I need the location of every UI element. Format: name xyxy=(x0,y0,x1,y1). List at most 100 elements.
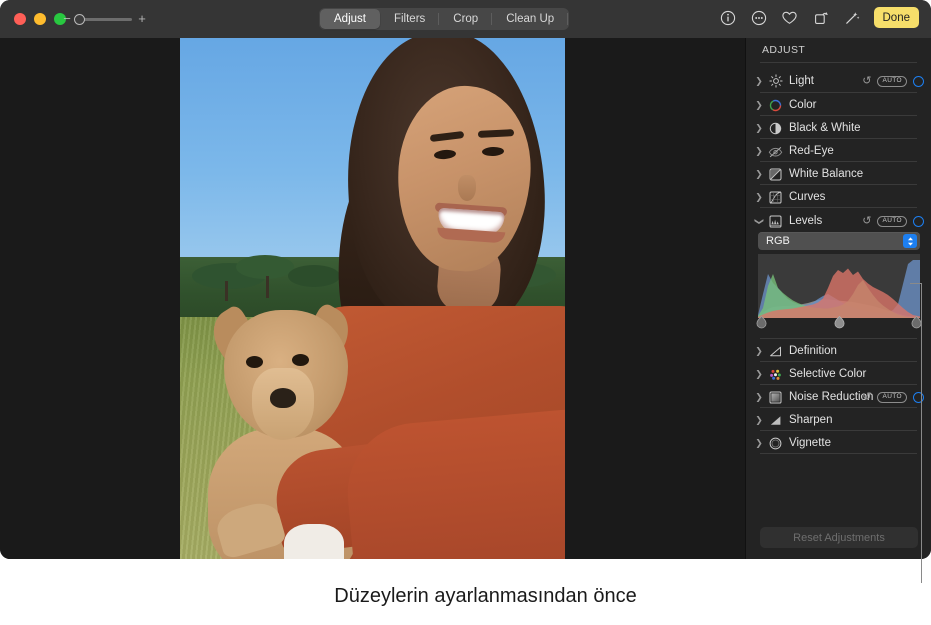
sidebar-divider xyxy=(760,361,917,362)
auto-button[interactable]: AUTO xyxy=(877,216,907,227)
zoom-in-icon[interactable]: + xyxy=(138,13,146,25)
light-toggle-knob[interactable] xyxy=(913,76,924,87)
auto-button[interactable]: AUTO xyxy=(877,392,907,403)
zoom-slider-track[interactable] xyxy=(77,18,132,21)
sidebar-item-sharpen[interactable]: ❯ Sharpen xyxy=(746,409,931,431)
sidebar-item-levels[interactable]: ❯ Levels ↺ AUTO xyxy=(746,210,931,232)
sidebar-item-label: White Balance xyxy=(789,168,863,180)
chevron-down-icon[interactable]: ❯ xyxy=(754,213,765,229)
sidebar-item-label: Sharpen xyxy=(789,414,832,426)
close-window-button[interactable] xyxy=(14,13,26,25)
chevron-right-icon[interactable]: ❯ xyxy=(751,438,767,449)
photo-image-woman-with-dog[interactable] xyxy=(180,38,565,559)
auto-button[interactable]: AUTO xyxy=(877,76,907,87)
sidebar-item-light[interactable]: ❯ Light ↺ AUTO xyxy=(746,70,931,92)
sidebar-divider xyxy=(760,207,917,208)
selective-color-dots-icon xyxy=(767,366,784,383)
chevron-right-icon[interactable]: ❯ xyxy=(751,100,767,111)
chevron-right-icon[interactable]: ❯ xyxy=(751,392,767,403)
sidebar-item-label: Black & White xyxy=(789,122,861,134)
sidebar-item-definition[interactable]: ❯ Definition xyxy=(746,340,931,362)
chevron-right-icon[interactable]: ❯ xyxy=(751,146,767,157)
sidebar-divider xyxy=(760,138,917,139)
chevron-right-icon[interactable]: ❯ xyxy=(751,169,767,180)
sidebar-item-label: Color xyxy=(789,99,816,111)
toolbar-actions: Done xyxy=(719,7,920,28)
sidebar-item-color[interactable]: ❯ Color xyxy=(746,94,931,116)
sidebar-item-label: Red-Eye xyxy=(789,145,834,157)
favorite-heart-icon[interactable] xyxy=(781,9,799,27)
white-balance-icon xyxy=(767,166,784,183)
auto-enhance-wand-icon[interactable] xyxy=(843,9,861,27)
chevron-right-icon[interactable]: ❯ xyxy=(751,415,767,426)
photo-dog-nose xyxy=(270,388,296,408)
tab-adjust[interactable]: Adjust xyxy=(320,9,380,29)
sidebar-item-label: Levels xyxy=(789,215,822,227)
chevron-right-icon[interactable]: ❯ xyxy=(751,369,767,380)
sidebar-divider xyxy=(760,453,917,454)
sidebar-item-label: Definition xyxy=(789,345,837,357)
tab-crop-label: Crop xyxy=(453,13,478,25)
white-point-handle[interactable] xyxy=(911,316,920,328)
chevron-right-icon[interactable]: ❯ xyxy=(751,76,767,87)
sidebar-item-vignette[interactable]: ❯ Vignette xyxy=(746,432,931,454)
zoom-slider-knob[interactable] xyxy=(74,14,85,25)
reset-arrow-icon[interactable]: ↺ xyxy=(862,76,871,87)
zoom-out-icon[interactable]: − xyxy=(63,13,71,25)
half-circle-icon xyxy=(767,120,784,137)
sidebar-item-selective-color[interactable]: ❯ Selective Color xyxy=(746,363,931,385)
sidebar-item-label: Noise Reduction xyxy=(789,391,873,403)
levels-histogram-plot xyxy=(758,254,920,318)
levels-histogram[interactable] xyxy=(758,254,920,318)
sidebar-item-label: Vignette xyxy=(789,437,831,449)
midpoint-handle[interactable] xyxy=(834,316,843,328)
sidebar-item-black-and-white[interactable]: ❯ Black & White xyxy=(746,117,931,139)
sidebar-item-red-eye[interactable]: ❯ Red-Eye xyxy=(746,140,931,162)
levels-slider-track[interactable] xyxy=(758,316,920,328)
more-options-icon[interactable] xyxy=(750,9,768,27)
tab-clean-up[interactable]: Clean Up xyxy=(492,9,568,29)
reset-arrow-icon[interactable]: ↺ xyxy=(862,216,871,227)
sidebar-item-noise-reduction[interactable]: ❯ Noise Reduction ↺ AUTO xyxy=(746,386,931,408)
sidebar-divider xyxy=(760,338,917,339)
photo-nose xyxy=(458,175,476,201)
chevron-updown-icon[interactable] xyxy=(903,234,917,248)
sidebar-title: ADJUST xyxy=(762,44,805,56)
sidebar-divider xyxy=(760,92,917,93)
reset-adjustments-button[interactable]: Reset Adjustments xyxy=(760,527,918,548)
levels-channel-select[interactable]: RGB xyxy=(758,232,920,250)
black-point-handle[interactable] xyxy=(756,316,765,328)
chevron-right-icon[interactable]: ❯ xyxy=(751,192,767,203)
done-button[interactable]: Done xyxy=(874,7,920,28)
tab-filters[interactable]: Filters xyxy=(380,9,439,29)
curves-icon xyxy=(767,189,784,206)
minimize-window-button[interactable] xyxy=(34,13,46,25)
sidebar-divider xyxy=(760,407,917,408)
sidebar-item-curves[interactable]: ❯ Curves xyxy=(746,186,931,208)
photo-dog-eye xyxy=(292,354,309,366)
sidebar-divider xyxy=(760,115,917,116)
photo-dog-chest xyxy=(284,524,344,559)
tab-divider xyxy=(567,13,568,25)
vignette-circle-icon xyxy=(767,435,784,452)
photo-canvas xyxy=(0,38,745,559)
rotate-icon[interactable] xyxy=(812,9,830,27)
photo-tree xyxy=(236,255,294,279)
sidebar-divider xyxy=(760,161,917,162)
tab-adjust-label: Adjust xyxy=(334,13,366,25)
noise-reduction-toggle-knob[interactable] xyxy=(913,392,924,403)
levels-toggle-knob[interactable] xyxy=(913,216,924,227)
sidebar-item-label: Light xyxy=(789,75,814,87)
sidebar-divider xyxy=(760,184,917,185)
photo-tree-trunk xyxy=(225,281,228,301)
tab-crop[interactable]: Crop xyxy=(439,9,492,29)
chevron-right-icon[interactable]: ❯ xyxy=(751,346,767,357)
chevron-right-icon[interactable]: ❯ xyxy=(751,123,767,134)
reset-arrow-icon[interactable]: ↺ xyxy=(862,392,871,403)
sidebar-divider xyxy=(760,430,917,431)
sidebar-item-white-balance[interactable]: ❯ White Balance xyxy=(746,163,931,185)
zoom-slider[interactable]: − + xyxy=(63,13,146,25)
levels-icon xyxy=(767,213,784,230)
noise-reduction-icon xyxy=(767,389,784,406)
info-icon[interactable] xyxy=(719,9,737,27)
